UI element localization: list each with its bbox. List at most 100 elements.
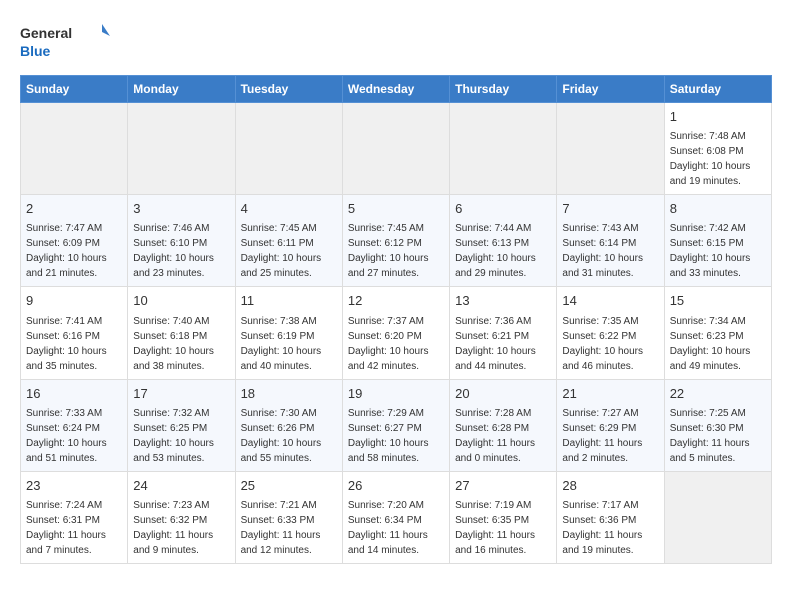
weekday-header-friday: Friday <box>557 76 664 103</box>
day-number: 6 <box>455 200 551 218</box>
day-cell: 27 Sunrise: 7:19 AMSunset: 6:35 PMDayligh… <box>450 471 557 563</box>
day-cell: 7 Sunrise: 7:43 AMSunset: 6:14 PMDaylight… <box>557 195 664 287</box>
day-number: 7 <box>562 200 658 218</box>
week-row-2: 2Sunrise: 7:47 AMSunset: 6:09 PMDaylight… <box>21 195 772 287</box>
day-info: Sunrise: 7:41 AMSunset: 6:16 PMDaylight:… <box>26 314 122 374</box>
day-cell <box>21 103 128 195</box>
day-cell: 16 Sunrise: 7:33 AMSunset: 6:24 PMDayligh… <box>21 379 128 471</box>
day-number: 27 <box>455 477 551 495</box>
weekday-header-row: SundayMondayTuesdayWednesdayThursdayFrid… <box>21 76 772 103</box>
day-cell: 11 Sunrise: 7:38 AMSunset: 6:19 PMDayligh… <box>235 287 342 379</box>
day-info: Sunrise: 7:40 AMSunset: 6:18 PMDaylight:… <box>133 314 229 374</box>
day-number: 26 <box>348 477 444 495</box>
weekday-header-sunday: Sunday <box>21 76 128 103</box>
day-number: 13 <box>455 292 551 310</box>
day-cell: 2Sunrise: 7:47 AMSunset: 6:09 PMDaylight… <box>21 195 128 287</box>
day-cell: 14Sunrise: 7:35 AMSunset: 6:22 PMDayligh… <box>557 287 664 379</box>
day-number: 25 <box>241 477 337 495</box>
week-row-1: 1 Sunrise: 7:48 AMSunset: 6:08 PMDaylight… <box>21 103 772 195</box>
day-cell <box>342 103 449 195</box>
day-info: Sunrise: 7:24 AMSunset: 6:31 PMDaylight:… <box>26 498 122 558</box>
day-number: 8 <box>670 200 766 218</box>
day-info: Sunrise: 7:42 AMSunset: 6:15 PMDaylight:… <box>670 221 766 281</box>
day-cell: 4Sunrise: 7:45 AMSunset: 6:11 PMDaylight… <box>235 195 342 287</box>
day-cell: 18 Sunrise: 7:30 AMSunset: 6:26 PMDayligh… <box>235 379 342 471</box>
weekday-header-wednesday: Wednesday <box>342 76 449 103</box>
day-number: 22 <box>670 385 766 403</box>
calendar-body: 1 Sunrise: 7:48 AMSunset: 6:08 PMDaylight… <box>21 103 772 564</box>
weekday-header-monday: Monday <box>128 76 235 103</box>
day-info: Sunrise: 7:44 AMSunset: 6:13 PMDaylight:… <box>455 221 551 281</box>
day-cell: 24 Sunrise: 7:23 AMSunset: 6:32 PMDayligh… <box>128 471 235 563</box>
day-number: 14 <box>562 292 658 310</box>
day-info: Sunrise: 7:27 AMSunset: 6:29 PMDaylight:… <box>562 406 658 466</box>
day-info: Sunrise: 7:30 AMSunset: 6:26 PMDaylight:… <box>241 406 337 466</box>
day-info: Sunrise: 7:29 AMSunset: 6:27 PMDaylight:… <box>348 406 444 466</box>
calendar-table: SundayMondayTuesdayWednesdayThursdayFrid… <box>20 75 772 564</box>
day-info: Sunrise: 7:25 AMSunset: 6:30 PMDaylight:… <box>670 406 766 466</box>
day-number: 17 <box>133 385 229 403</box>
day-cell: 10Sunrise: 7:40 AMSunset: 6:18 PMDayligh… <box>128 287 235 379</box>
calendar-header: SundayMondayTuesdayWednesdayThursdayFrid… <box>21 76 772 103</box>
week-row-3: 9 Sunrise: 7:41 AMSunset: 6:16 PMDaylight… <box>21 287 772 379</box>
day-cell: 1 Sunrise: 7:48 AMSunset: 6:08 PMDaylight… <box>664 103 771 195</box>
day-info: Sunrise: 7:48 AMSunset: 6:08 PMDaylight:… <box>670 129 766 189</box>
day-number: 23 <box>26 477 122 495</box>
day-info: Sunrise: 7:45 AMSunset: 6:12 PMDaylight:… <box>348 221 444 281</box>
day-number: 1 <box>670 108 766 126</box>
day-number: 3 <box>133 200 229 218</box>
day-info: Sunrise: 7:32 AMSunset: 6:25 PMDaylight:… <box>133 406 229 466</box>
weekday-header-thursday: Thursday <box>450 76 557 103</box>
weekday-header-tuesday: Tuesday <box>235 76 342 103</box>
day-info: Sunrise: 7:17 AMSunset: 6:36 PMDaylight:… <box>562 498 658 558</box>
day-info: Sunrise: 7:21 AMSunset: 6:33 PMDaylight:… <box>241 498 337 558</box>
day-info: Sunrise: 7:28 AMSunset: 6:28 PMDaylight:… <box>455 406 551 466</box>
day-number: 28 <box>562 477 658 495</box>
day-info: Sunrise: 7:19 AMSunset: 6:35 PMDaylight:… <box>455 498 551 558</box>
day-cell <box>557 103 664 195</box>
week-row-4: 16 Sunrise: 7:33 AMSunset: 6:24 PMDayligh… <box>21 379 772 471</box>
day-number: 11 <box>241 292 337 310</box>
day-cell: 17 Sunrise: 7:32 AMSunset: 6:25 PMDayligh… <box>128 379 235 471</box>
day-info: Sunrise: 7:38 AMSunset: 6:19 PMDaylight:… <box>241 314 337 374</box>
svg-text:Blue: Blue <box>20 43 51 59</box>
day-cell: 23 Sunrise: 7:24 AMSunset: 6:31 PMDayligh… <box>21 471 128 563</box>
logo-svg: General Blue <box>20 20 110 65</box>
day-info: Sunrise: 7:47 AMSunset: 6:09 PMDaylight:… <box>26 221 122 281</box>
page-header: General Blue <box>20 20 772 65</box>
day-cell: 28 Sunrise: 7:17 AMSunset: 6:36 PMDayligh… <box>557 471 664 563</box>
day-cell <box>235 103 342 195</box>
day-cell: 22 Sunrise: 7:25 AMSunset: 6:30 PMDayligh… <box>664 379 771 471</box>
day-info: Sunrise: 7:43 AMSunset: 6:14 PMDaylight:… <box>562 221 658 281</box>
day-cell: 26 Sunrise: 7:20 AMSunset: 6:34 PMDayligh… <box>342 471 449 563</box>
day-cell: 5 Sunrise: 7:45 AMSunset: 6:12 PMDaylight… <box>342 195 449 287</box>
day-info: Sunrise: 7:23 AMSunset: 6:32 PMDaylight:… <box>133 498 229 558</box>
week-row-5: 23 Sunrise: 7:24 AMSunset: 6:31 PMDayligh… <box>21 471 772 563</box>
day-cell: 12Sunrise: 7:37 AMSunset: 6:20 PMDayligh… <box>342 287 449 379</box>
day-cell: 3Sunrise: 7:46 AMSunset: 6:10 PMDaylight… <box>128 195 235 287</box>
day-cell: 8 Sunrise: 7:42 AMSunset: 6:15 PMDaylight… <box>664 195 771 287</box>
day-number: 4 <box>241 200 337 218</box>
day-info: Sunrise: 7:20 AMSunset: 6:34 PMDaylight:… <box>348 498 444 558</box>
weekday-header-saturday: Saturday <box>664 76 771 103</box>
day-cell: 9 Sunrise: 7:41 AMSunset: 6:16 PMDaylight… <box>21 287 128 379</box>
logo: General Blue <box>20 20 110 65</box>
day-info: Sunrise: 7:37 AMSunset: 6:20 PMDaylight:… <box>348 314 444 374</box>
day-info: Sunrise: 7:36 AMSunset: 6:21 PMDaylight:… <box>455 314 551 374</box>
day-number: 9 <box>26 292 122 310</box>
day-info: Sunrise: 7:33 AMSunset: 6:24 PMDaylight:… <box>26 406 122 466</box>
day-number: 18 <box>241 385 337 403</box>
svg-text:General: General <box>20 25 72 41</box>
day-cell <box>664 471 771 563</box>
day-number: 24 <box>133 477 229 495</box>
day-number: 21 <box>562 385 658 403</box>
day-number: 5 <box>348 200 444 218</box>
day-cell <box>450 103 557 195</box>
day-cell: 25 Sunrise: 7:21 AMSunset: 6:33 PMDayligh… <box>235 471 342 563</box>
day-cell: 21 Sunrise: 7:27 AMSunset: 6:29 PMDayligh… <box>557 379 664 471</box>
day-number: 20 <box>455 385 551 403</box>
day-cell <box>128 103 235 195</box>
day-number: 16 <box>26 385 122 403</box>
day-cell: 6 Sunrise: 7:44 AMSunset: 6:13 PMDaylight… <box>450 195 557 287</box>
day-cell: 19Sunrise: 7:29 AMSunset: 6:27 PMDayligh… <box>342 379 449 471</box>
